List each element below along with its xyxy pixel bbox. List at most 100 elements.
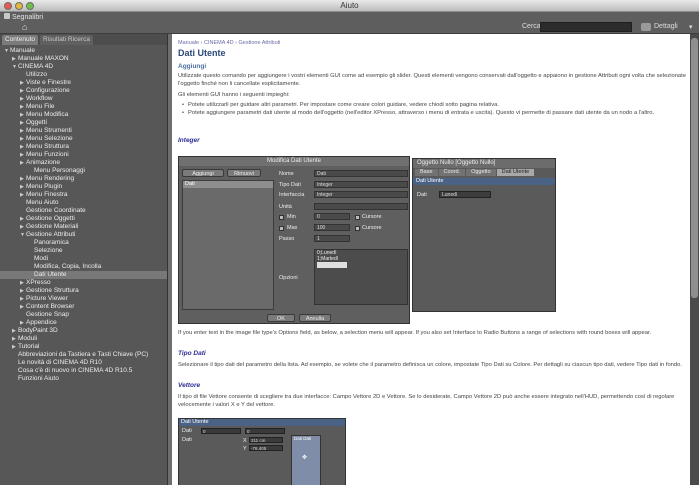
- tree-item-label: Picture Viewer: [26, 295, 68, 302]
- tab-object: Oggetto: [466, 169, 496, 176]
- tree-item[interactable]: Selezione: [0, 247, 167, 255]
- cursor-checkbox: [355, 215, 360, 220]
- home-icon[interactable]: ⌂: [22, 22, 27, 32]
- tree-item[interactable]: ▶ Appendice: [0, 319, 167, 327]
- tree-item[interactable]: ▶ Gestione Materiali: [0, 223, 167, 231]
- tree-item[interactable]: ▶ Viste e Finestre: [0, 79, 167, 87]
- tree-item[interactable]: ▶ Menu Finestra: [0, 191, 167, 199]
- field-value: Dati: [314, 170, 408, 177]
- tree-item[interactable]: Cosa c'è di nuovo in CINEMA 4D R10.5: [0, 367, 167, 375]
- tree-item[interactable]: ▶ Menu File: [0, 103, 167, 111]
- tree-item-label: Panoramica: [34, 239, 69, 246]
- search-input[interactable]: [540, 22, 632, 32]
- tab-coord: Coord.: [438, 169, 466, 176]
- field-label: Min: [287, 214, 296, 220]
- tree-item[interactable]: ▶ BodyPaint 3D: [0, 327, 167, 335]
- title-bar: Aiuto: [0, 0, 699, 12]
- cursor-label: Cursore: [362, 225, 382, 231]
- tree-item[interactable]: ▶ Menu Selezione: [0, 135, 167, 143]
- tab-user-data: Dati Utente: [496, 169, 535, 176]
- tree-item[interactable]: ▶ Manuale MAXON: [0, 55, 167, 63]
- tree-item[interactable]: ▶ Menu Struttura: [0, 143, 167, 151]
- tree-item[interactable]: ▶ Menu Rendering: [0, 175, 167, 183]
- tree-item[interactable]: Dati Utente: [0, 271, 167, 279]
- tree-item-label: Menu File: [26, 103, 55, 110]
- tree-item[interactable]: Abbreviazioni da Tastiera e Tasti Chiave…: [0, 351, 167, 359]
- tree-item-label: Gestione Struttura: [26, 287, 79, 294]
- options-textbox: 0;Lunedì 1;Martedì: [314, 249, 408, 305]
- bookmarks-button[interactable]: Segnalibri: [4, 13, 43, 21]
- tree-item-label: Gestione Materiali: [26, 223, 79, 230]
- tree-item[interactable]: Modifica, Copia, Incolla: [0, 263, 167, 271]
- tree-item[interactable]: ▶ XPresso: [0, 279, 167, 287]
- object-panel-section: Dati Utente: [413, 178, 555, 185]
- tree-item[interactable]: Menu Aiuto: [0, 199, 167, 207]
- tree-item-label: Gestione Snap: [26, 311, 70, 318]
- tree-item[interactable]: ▶ Moduli: [0, 335, 167, 343]
- field-value: 1: [314, 235, 350, 242]
- tree-item[interactable]: ▶ Configurazione: [0, 87, 167, 95]
- toolbar: Segnalibri ⌂ Cerca Dettagli ▾: [0, 12, 699, 34]
- help-window: Aiuto Segnalibri ⌂ Cerca Dettagli ▾ Cont…: [0, 0, 699, 485]
- tree-item-label: Selezione: [34, 247, 63, 254]
- bullet-item: Potete utilizzarli per guidare altri par…: [182, 102, 686, 110]
- option-line: [317, 262, 347, 268]
- vector-hud-panel: Dati Dati ✥: [291, 435, 321, 485]
- tree-item[interactable]: Funzioni Aiuto: [0, 375, 167, 383]
- tree-item[interactable]: Gestione Coordinate: [0, 207, 167, 215]
- tree-item[interactable]: ▶ Workflow: [0, 95, 167, 103]
- crosshair-icon: ✥: [302, 455, 308, 461]
- tree-item[interactable]: ▶ Menu Plugin: [0, 183, 167, 191]
- field-label: Max: [287, 225, 298, 231]
- section-heading-vector: Vettore: [178, 382, 201, 389]
- tree-item[interactable]: Le novità di CINEMA 4D R10: [0, 359, 167, 367]
- mini-field: -76.405: [249, 445, 283, 451]
- field-value: [314, 203, 408, 210]
- tree-item[interactable]: Panoramica: [0, 239, 167, 247]
- intro-paragraph: Utilizzate questo comando per aggiungere…: [178, 73, 686, 87]
- bullet-item: Potete aggiungere parametri dati utente …: [182, 110, 686, 118]
- tipo-paragraph: Selezionare il tipo dati del parametro d…: [178, 362, 682, 368]
- tree-item[interactable]: ▼Gestione Attributi: [0, 231, 167, 239]
- tree-item[interactable]: Utilizzo: [0, 71, 167, 79]
- chevron-down-icon[interactable]: ▾: [689, 23, 693, 31]
- mini-field: 0: [245, 428, 285, 434]
- tree-item[interactable]: ▶ Gestione Oggetti: [0, 215, 167, 223]
- tree-item[interactable]: ▶ Oggetti: [0, 119, 167, 127]
- field-value: 100: [314, 224, 350, 231]
- tab-contents[interactable]: Contenuto: [2, 35, 38, 45]
- field-value: Integer: [314, 181, 408, 188]
- tree-item-label: Configurazione: [26, 87, 70, 94]
- tree-item[interactable]: ▼CINEMA 4D: [0, 63, 167, 71]
- tree-item-label: Viste e Finestre: [26, 79, 72, 86]
- breadcrumb[interactable]: Manuale › CINEMA 4D › Gestione Attributi: [178, 40, 280, 46]
- tab-search-results[interactable]: Risultati Ricerca: [40, 35, 93, 45]
- tree-item[interactable]: ▶ Content Browser: [0, 303, 167, 311]
- tree-item-label: Le novità di CINEMA 4D R10: [18, 359, 102, 366]
- min-checkbox: [279, 215, 284, 220]
- user-data-list: Dati: [182, 180, 274, 310]
- tree-item[interactable]: ▶ Menu Strumenti: [0, 127, 167, 135]
- tree-item[interactable]: ▶ Tutorial: [0, 343, 167, 351]
- object-panel-select: Lunedì: [439, 191, 491, 198]
- tree-item[interactable]: ▶ Menu Funzioni: [0, 151, 167, 159]
- tree-item[interactable]: Gestione Snap: [0, 311, 167, 319]
- details-toggle[interactable]: [641, 23, 651, 31]
- tree-item[interactable]: ▶ Animazione: [0, 159, 167, 167]
- tree-item-label: Gestione Coordinate: [26, 207, 86, 214]
- tree-item[interactable]: ▶ Menu Modifica: [0, 111, 167, 119]
- tree-item[interactable]: ▶ Picture Viewer: [0, 295, 167, 303]
- tree-item[interactable]: ▶ Gestione Struttura: [0, 287, 167, 295]
- scrollbar-thumb[interactable]: [691, 38, 698, 298]
- bookmark-icon: [4, 13, 10, 19]
- tree-item[interactable]: ▼Manuale: [0, 47, 167, 55]
- field-label: Interfaccia: [279, 192, 305, 198]
- tree-item-label: Cosa c'è di nuovo in CINEMA 4D R10.5: [18, 367, 133, 374]
- content-scrollbar[interactable]: [690, 34, 699, 485]
- tree-item[interactable]: Menu Personaggi: [0, 167, 167, 175]
- field-label: Passo: [279, 236, 295, 242]
- tree-item[interactable]: Modi: [0, 255, 167, 263]
- edit-user-data-dialog-image: Modifica Dati Utente Aggiungi Rimuovi Da…: [178, 156, 410, 324]
- options-label: Opzioni: [279, 275, 298, 281]
- field-label: Tipo Dati: [279, 182, 301, 188]
